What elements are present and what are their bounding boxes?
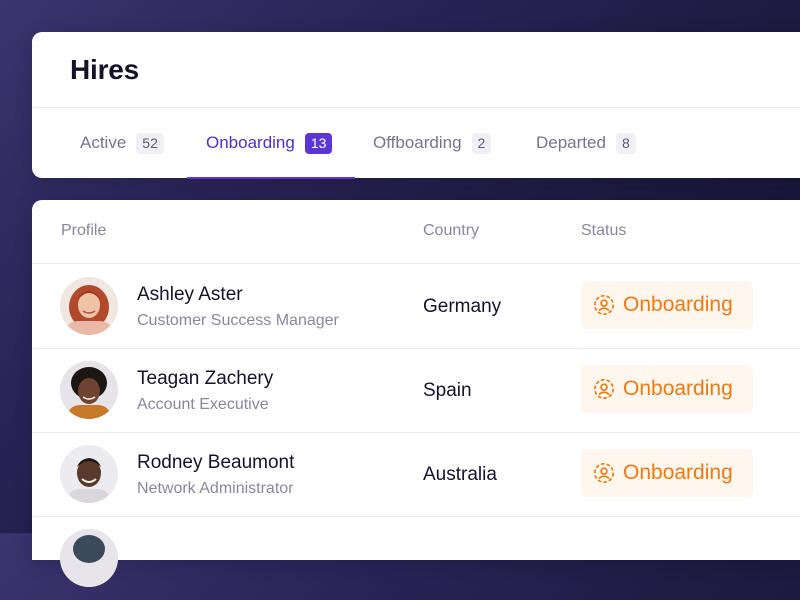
avatar xyxy=(60,277,118,335)
avatar xyxy=(60,361,118,419)
person-role: Network Administrator xyxy=(137,480,294,497)
user-circle-dashed-icon xyxy=(594,379,614,399)
tab-offboarding[interactable]: Offboarding 2 xyxy=(373,108,492,178)
tab-label: Onboarding xyxy=(206,133,295,152)
tab-onboarding[interactable]: Onboarding 13 xyxy=(206,108,333,178)
person-name[interactable]: Ashley Aster xyxy=(137,284,243,306)
tab-label: Offboarding xyxy=(373,133,462,152)
tab-label: Departed xyxy=(536,133,606,152)
hires-header-card: Hires Active 52 Onboarding 13 Offboardin… xyxy=(32,32,800,179)
avatar xyxy=(60,445,118,503)
status-label: Onboarding xyxy=(623,461,733,484)
status-label: Onboarding xyxy=(623,293,733,316)
status-label: Onboarding xyxy=(623,377,733,400)
tab-count-badge: 13 xyxy=(304,132,333,154)
tab-departed[interactable]: Departed 8 xyxy=(536,108,636,178)
user-circle-dashed-icon xyxy=(594,463,614,483)
table-row[interactable] xyxy=(32,516,800,600)
tab-count-badge: 8 xyxy=(615,132,636,154)
tab-label: Active xyxy=(80,133,127,152)
avatar xyxy=(60,529,118,587)
tab-count-badge: 52 xyxy=(136,132,164,154)
country-cell: Australia xyxy=(423,464,497,485)
tab-active[interactable]: Active 52 xyxy=(80,108,164,178)
page-title: Hires xyxy=(70,54,140,85)
tab-count-badge: 2 xyxy=(471,132,492,154)
person-name[interactable]: Rodney Beaumont xyxy=(137,452,294,474)
column-header-status[interactable]: Status xyxy=(581,222,626,240)
hires-table: Profile Country Status Ashley Aster Cust… xyxy=(32,200,800,587)
person-name[interactable]: Teagan Zachery xyxy=(137,368,273,390)
table-row[interactable]: Teagan Zachery Account Executive Spain O… xyxy=(32,348,800,433)
active-tab-indicator xyxy=(187,177,355,179)
status-badge: Onboarding xyxy=(581,365,753,413)
table-row[interactable]: Ashley Aster Customer Success Manager Ge… xyxy=(32,264,800,349)
status-badge: Onboarding xyxy=(581,281,753,329)
person-role: Account Executive xyxy=(137,396,269,413)
column-header-profile[interactable]: Profile xyxy=(61,222,106,240)
column-header-country[interactable]: Country xyxy=(423,222,479,240)
table-row[interactable]: Rodney Beaumont Network Administrator Au… xyxy=(32,432,800,517)
status-badge: Onboarding xyxy=(581,449,753,497)
person-role: Customer Success Manager xyxy=(137,312,339,329)
country-cell: Spain xyxy=(423,380,472,401)
user-circle-dashed-icon xyxy=(594,295,614,315)
country-cell: Germany xyxy=(423,296,502,317)
tab-bar: Active 52 Onboarding 13 Offboarding 2 De… xyxy=(32,108,800,179)
